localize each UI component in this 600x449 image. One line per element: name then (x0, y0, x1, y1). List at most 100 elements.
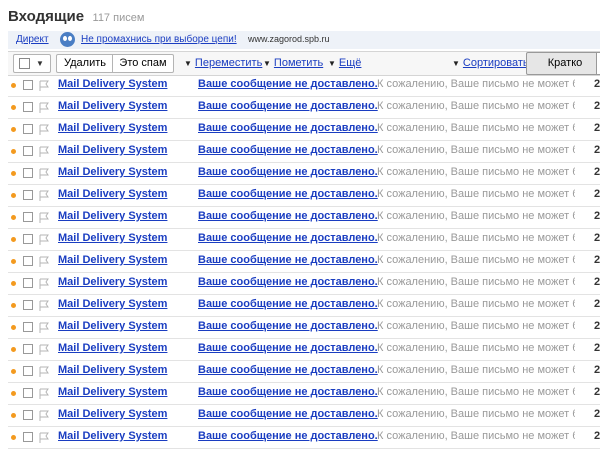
message-checkbox[interactable] (23, 344, 33, 354)
message-subject[interactable]: Ваше сообщение не доставлено. (198, 298, 378, 310)
ad-link[interactable]: Не промахнись при выборе цепи! (81, 34, 237, 45)
flag-icon[interactable] (39, 123, 50, 135)
message-checkbox[interactable] (23, 256, 33, 266)
message-sender[interactable]: Mail Delivery System (58, 364, 167, 376)
flag-icon[interactable] (39, 167, 50, 179)
sort-menu[interactable]: ▼ Сортировать (452, 57, 529, 69)
flag-icon[interactable] (39, 233, 50, 245)
flag-icon[interactable] (39, 343, 50, 355)
unread-dot-icon[interactable] (11, 259, 16, 264)
unread-dot-icon[interactable] (11, 369, 16, 374)
message-checkbox[interactable] (23, 432, 33, 442)
unread-dot-icon[interactable] (11, 281, 16, 286)
message-checkbox[interactable] (23, 300, 33, 310)
flag-icon[interactable] (39, 299, 50, 311)
flag-icon[interactable] (39, 211, 50, 223)
message-checkbox[interactable] (23, 366, 33, 376)
message-checkbox[interactable] (23, 146, 33, 156)
unread-dot-icon[interactable] (11, 127, 16, 132)
select-all-checkbox[interactable] (19, 58, 30, 69)
message-sender[interactable]: Mail Delivery System (58, 188, 167, 200)
message-row[interactable]: Mail Delivery System Ваше сообщение не до… (8, 317, 600, 339)
move-menu[interactable]: ▼ Переместить (184, 57, 262, 69)
message-sender[interactable]: Mail Delivery System (58, 78, 167, 90)
flag-icon[interactable] (39, 431, 50, 443)
unread-dot-icon[interactable] (11, 303, 16, 308)
message-checkbox[interactable] (23, 124, 33, 134)
message-row[interactable]: Mail Delivery System Ваше сообщение не до… (8, 383, 600, 405)
flag-icon[interactable] (39, 79, 50, 91)
message-subject[interactable]: Ваше сообщение не доставлено. (198, 254, 378, 266)
message-subject[interactable]: Ваше сообщение не доставлено. (198, 408, 378, 420)
message-sender[interactable]: Mail Delivery System (58, 100, 167, 112)
unread-dot-icon[interactable] (11, 413, 16, 418)
message-checkbox[interactable] (23, 234, 33, 244)
unread-dot-icon[interactable] (11, 325, 16, 330)
message-row[interactable]: Mail Delivery System Ваше сообщение не до… (8, 119, 600, 141)
unread-dot-icon[interactable] (11, 435, 16, 440)
message-row[interactable]: Mail Delivery System Ваше сообщение не до… (8, 405, 600, 427)
select-all-dropdown[interactable]: ▼ (13, 54, 51, 73)
message-sender[interactable]: Mail Delivery System (58, 298, 167, 310)
spam-button[interactable]: Это спам (112, 54, 174, 73)
message-checkbox[interactable] (23, 278, 33, 288)
message-row[interactable]: Mail Delivery System Ваше сообщение не до… (8, 339, 600, 361)
message-sender[interactable]: Mail Delivery System (58, 254, 167, 266)
flag-icon[interactable] (39, 255, 50, 267)
unread-dot-icon[interactable] (11, 149, 16, 154)
message-subject[interactable]: Ваше сообщение не доставлено. (198, 210, 378, 222)
message-row[interactable]: Mail Delivery System Ваше сообщение не до… (8, 229, 600, 251)
message-subject[interactable]: Ваше сообщение не доставлено. (198, 144, 378, 156)
message-row[interactable]: Mail Delivery System Ваше сообщение не до… (8, 273, 600, 295)
message-checkbox[interactable] (23, 190, 33, 200)
unread-dot-icon[interactable] (11, 83, 16, 88)
unread-dot-icon[interactable] (11, 347, 16, 352)
message-sender[interactable]: Mail Delivery System (58, 320, 167, 332)
message-subject[interactable]: Ваше сообщение не доставлено. (198, 320, 378, 332)
message-subject[interactable]: Ваше сообщение не доставлено. (198, 386, 378, 398)
message-row[interactable]: Mail Delivery System Ваше сообщение не до… (8, 427, 600, 449)
message-row[interactable]: Mail Delivery System Ваше сообщение не до… (8, 207, 600, 229)
delete-button[interactable]: Удалить (56, 54, 114, 73)
message-row[interactable]: Mail Delivery System Ваше сообщение не до… (8, 185, 600, 207)
direct-link[interactable]: Директ (16, 34, 49, 45)
message-row[interactable]: Mail Delivery System Ваше сообщение не до… (8, 163, 600, 185)
flag-icon[interactable] (39, 365, 50, 377)
message-sender[interactable]: Mail Delivery System (58, 210, 167, 222)
flag-icon[interactable] (39, 189, 50, 201)
mark-menu[interactable]: ▼ Пометить (263, 57, 323, 69)
message-subject[interactable]: Ваше сообщение не доставлено. (198, 276, 378, 288)
message-sender[interactable]: Mail Delivery System (58, 276, 167, 288)
message-sender[interactable]: Mail Delivery System (58, 408, 167, 420)
flag-icon[interactable] (39, 145, 50, 157)
flag-icon[interactable] (39, 387, 50, 399)
unread-dot-icon[interactable] (11, 237, 16, 242)
message-sender[interactable]: Mail Delivery System (58, 232, 167, 244)
message-checkbox[interactable] (23, 410, 33, 420)
message-sender[interactable]: Mail Delivery System (58, 122, 167, 134)
unread-dot-icon[interactable] (11, 193, 16, 198)
message-subject[interactable]: Ваше сообщение не доставлено. (198, 100, 378, 112)
message-subject[interactable]: Ваше сообщение не доставлено. (198, 364, 378, 376)
view-full-button[interactable]: Г (596, 52, 600, 75)
unread-dot-icon[interactable] (11, 215, 16, 220)
flag-icon[interactable] (39, 277, 50, 289)
message-row[interactable]: Mail Delivery System Ваше сообщение не до… (8, 251, 600, 273)
message-subject[interactable]: Ваше сообщение не доставлено. (198, 342, 378, 354)
message-sender[interactable]: Mail Delivery System (58, 386, 167, 398)
message-row[interactable]: Mail Delivery System Ваше сообщение не до… (8, 141, 600, 163)
flag-icon[interactable] (39, 101, 50, 113)
message-row[interactable]: Mail Delivery System Ваше сообщение не до… (8, 97, 600, 119)
message-checkbox[interactable] (23, 388, 33, 398)
flag-icon[interactable] (39, 409, 50, 421)
message-sender[interactable]: Mail Delivery System (58, 144, 167, 156)
unread-dot-icon[interactable] (11, 105, 16, 110)
message-checkbox[interactable] (23, 80, 33, 90)
message-subject[interactable]: Ваше сообщение не доставлено. (198, 188, 378, 200)
message-row[interactable]: Mail Delivery System Ваше сообщение не до… (8, 295, 600, 317)
message-checkbox[interactable] (23, 212, 33, 222)
message-subject[interactable]: Ваше сообщение не доставлено. (198, 122, 378, 134)
unread-dot-icon[interactable] (11, 391, 16, 396)
unread-dot-icon[interactable] (11, 171, 16, 176)
message-checkbox[interactable] (23, 102, 33, 112)
